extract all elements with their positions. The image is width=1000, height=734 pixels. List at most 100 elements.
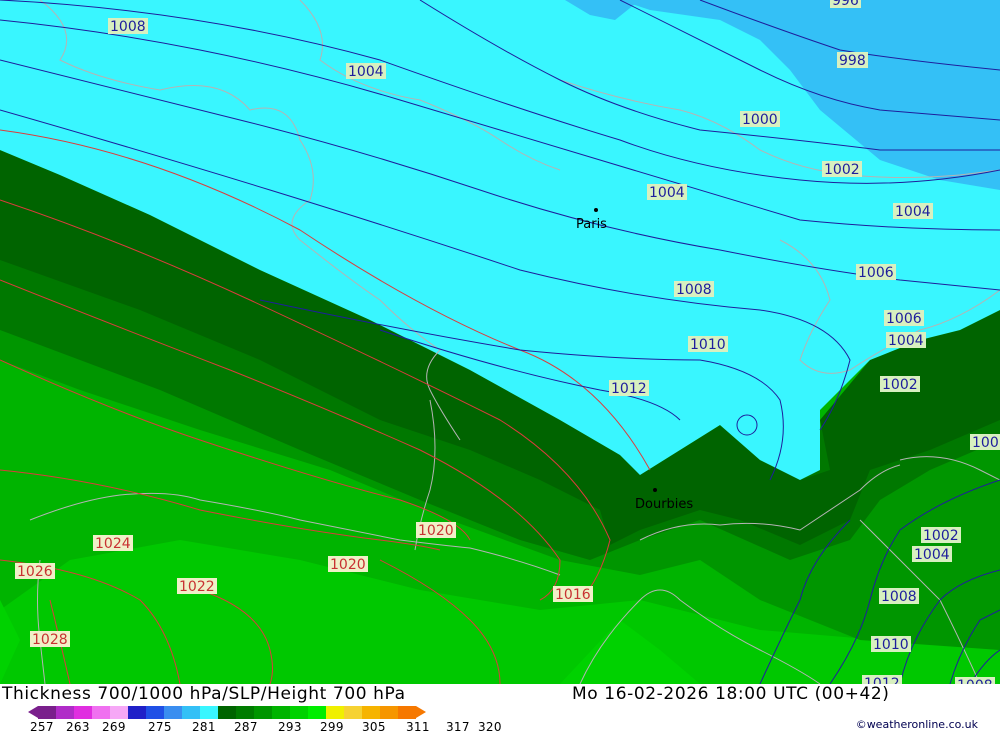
scale-swatch — [308, 706, 326, 719]
scale-swatch — [74, 706, 92, 719]
isobar-label-text: 1008 — [676, 282, 712, 298]
scale-tick-label: 263 — [66, 720, 90, 734]
scale-tick-label: 305 — [362, 720, 386, 734]
isobar-label-text: 1024 — [95, 536, 131, 552]
isobar-label: 1010 — [688, 336, 728, 353]
isobar-label: 1002 — [921, 527, 961, 544]
isobar-label: 1004 — [647, 184, 687, 201]
isobar-label: 1002 — [822, 161, 862, 178]
isobar-label-text: 1002 — [923, 528, 959, 544]
isobar-label-text: 100 — [972, 435, 999, 451]
city-marker — [594, 208, 598, 212]
map-title: Thickness 700/1000 hPa/SLP/Height 700 hP… — [2, 684, 406, 704]
isobar-label: 1006 — [856, 264, 896, 281]
scale-tick-label: 320 — [478, 720, 502, 734]
isobar-label: 1004 — [893, 203, 933, 220]
credit-text[interactable]: ©weatheronline.co.uk — [856, 718, 978, 731]
isobar-label-text: 1028 — [32, 632, 68, 648]
scale-swatch — [344, 706, 362, 719]
scale-swatch — [254, 706, 272, 719]
isobar-label: 1004 — [346, 63, 386, 80]
scale-arrow-left — [28, 706, 38, 718]
scale-swatch — [290, 706, 308, 719]
isobar-label: 1002 — [880, 376, 920, 393]
scale-tick-label: 269 — [102, 720, 126, 734]
isobar-label: 1004 — [886, 332, 926, 349]
scale-swatch — [38, 706, 56, 719]
scale-swatch — [200, 706, 218, 719]
isobar-label: 1026 — [15, 563, 55, 580]
scale-swatch — [236, 706, 254, 719]
isobar-label-text: 1008 — [881, 589, 917, 605]
scale-tick-label: 299 — [320, 720, 344, 734]
city-marker — [653, 488, 657, 492]
isobar-label-text: 1016 — [555, 587, 591, 603]
isobar-label: 1020 — [416, 522, 456, 539]
map-footer: Thickness 700/1000 hPa/SLP/Height 700 hP… — [0, 684, 1000, 734]
isobar-label-text: 1020 — [418, 523, 454, 539]
isobar-label: 1012 — [609, 380, 649, 397]
isobar-label: 1016 — [553, 586, 593, 603]
isobar-label-text: 1004 — [914, 547, 950, 563]
scale-swatch — [92, 706, 110, 719]
isobar-label-text: 1022 — [179, 579, 215, 595]
scale-swatch — [56, 706, 74, 719]
scale-swatch — [128, 706, 146, 719]
isobar-label: 996 — [830, 0, 861, 9]
city-label: Dourbies — [635, 497, 693, 512]
scale-arrow-right — [416, 706, 426, 718]
isobar-label: 1008 — [674, 281, 714, 298]
scale-swatch — [272, 706, 290, 719]
isobar-label-text: 1026 — [17, 564, 53, 580]
isobar-label: 1008 — [879, 588, 919, 605]
scale-tick-label: 287 — [234, 720, 258, 734]
isobar-label-text: 1004 — [348, 64, 384, 80]
isobar-label: 1020 — [328, 556, 368, 573]
isobar-label: 1012 — [862, 675, 902, 684]
isobar-label-text: 1020 — [330, 557, 366, 573]
isobar-label: 1010 — [871, 636, 911, 653]
scale-swatch — [146, 706, 164, 719]
scale-tick-label: 293 — [278, 720, 302, 734]
scale-tick-label: 317 — [446, 720, 470, 734]
isobar-label-text: 1004 — [888, 333, 924, 349]
isobar-label-text: 1010 — [690, 337, 726, 353]
isobar-label: 1008 — [955, 677, 995, 684]
color-scale — [28, 706, 426, 719]
isobar-label-text: 1006 — [858, 265, 894, 281]
isobar-label: 1006 — [884, 310, 924, 327]
scale-swatch — [326, 706, 344, 719]
scale-tick-label: 257 — [30, 720, 54, 734]
scale-swatch — [182, 706, 200, 719]
scale-swatch — [362, 706, 380, 719]
isobar-label-text: 1010 — [873, 637, 909, 653]
isobar-label-text: 998 — [839, 53, 866, 69]
city-label: Paris — [576, 217, 607, 232]
scale-swatch — [218, 706, 236, 719]
isobar-label: 1008 — [108, 18, 148, 35]
valid-time: Mo 16-02-2026 18:00 UTC (00+42) — [572, 684, 890, 704]
isobar-label: 1022 — [177, 578, 217, 595]
isobar-label-text: 996 — [832, 0, 859, 9]
scale-swatch — [110, 706, 128, 719]
scale-swatch — [380, 706, 398, 719]
isobar-label-text: 1000 — [742, 112, 778, 128]
isobar-label-text: 1012 — [611, 381, 647, 397]
isobar-label-text: 1004 — [649, 185, 685, 201]
color-scale-ticks: 257 263 269 275 281 287 293 299 305 311 317 320 — [30, 720, 510, 734]
scale-tick-label: 281 — [192, 720, 216, 734]
isobar-label-text: 1006 — [886, 311, 922, 327]
isobar-label: 998 — [837, 52, 868, 69]
scale-swatch — [164, 706, 182, 719]
isobar-label: 100 — [970, 434, 1000, 451]
scale-swatch — [398, 706, 416, 719]
isobar-label: 1028 — [30, 631, 70, 648]
isobar-label: 1024 — [93, 535, 133, 552]
isobar-label-text: 1004 — [895, 204, 931, 220]
scale-tick-label: 275 — [148, 720, 172, 734]
isobar-label-text: 1012 — [864, 676, 900, 684]
isobar-label-text: 1002 — [882, 377, 918, 393]
isobar-label-text: 1008 — [110, 19, 146, 35]
weather-map: Paris Dourbies 1008 1004 996 998 1000 1002 1004… — [0, 0, 1000, 684]
isobar-label-text: 1002 — [824, 162, 860, 178]
